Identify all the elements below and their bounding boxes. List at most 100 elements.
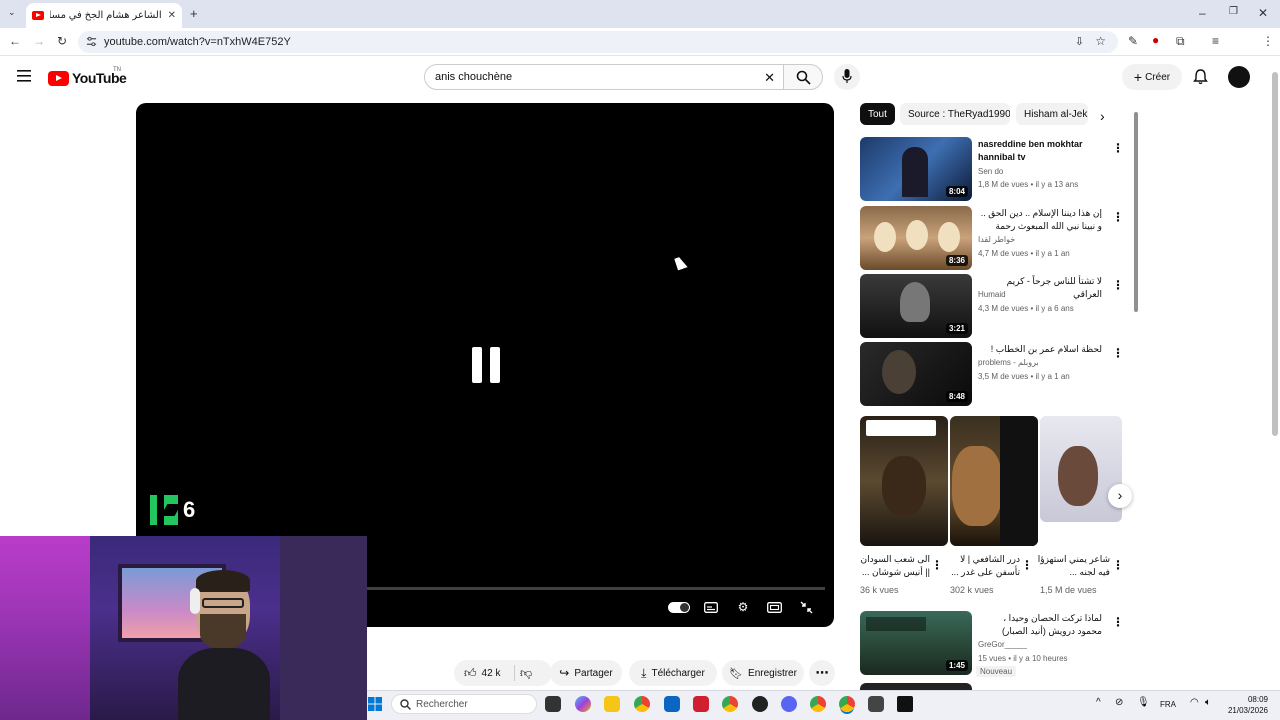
mic-tray-icon[interactable]: 🎙︎ [1137, 697, 1150, 708]
site-info-icon[interactable] [86, 36, 97, 47]
video-title[interactable]: لحظة اسلام عمر بن الخطاب ! [978, 343, 1102, 356]
short-thumbnail[interactable] [860, 416, 948, 546]
taskbar-clock[interactable]: 08:09 21/03/2026 [1224, 694, 1268, 716]
extension-badge-icon[interactable]: ● [1152, 34, 1159, 46]
shorts-next-icon[interactable]: › [1108, 484, 1132, 508]
tab-close-icon[interactable]: ✕ [168, 10, 176, 21]
page-scrollbar[interactable] [1272, 72, 1278, 436]
chrome-profile-icon[interactable] [810, 696, 826, 712]
chrome-icon[interactable] [634, 696, 650, 712]
subtitles-icon[interactable] [704, 602, 718, 613]
video-menu-icon[interactable]: ⋮ [1112, 346, 1124, 360]
notifications-bell-icon[interactable] [1193, 69, 1208, 85]
autoplay-toggle[interactable] [668, 602, 690, 613]
network-icon[interactable]: ⊘ [1115, 697, 1123, 708]
chip-source[interactable]: Source : TheRyad1990 [900, 103, 1010, 125]
dislike-icon[interactable]: 👎︎ [520, 666, 532, 681]
pause-icon[interactable] [472, 347, 500, 383]
epic-games-icon[interactable] [897, 696, 913, 712]
wifi-icon[interactable]: ◠ [1190, 697, 1199, 708]
short-thumbnail[interactable] [1040, 416, 1122, 522]
short-menu-icon[interactable]: ⋮ [1021, 558, 1033, 572]
hamburger-menu-icon[interactable] [17, 70, 31, 82]
chip-all[interactable]: Tout [860, 103, 895, 125]
video-thumbnail[interactable]: 8:36 [860, 206, 972, 270]
app-icon[interactable] [752, 696, 768, 712]
tab-search-icon[interactable]: ⌄ [8, 8, 16, 17]
theater-mode-icon[interactable] [767, 602, 782, 613]
address-bar[interactable]: youtube.com/watch?v=nTxhW4E752Y ⇩ ☆ [78, 31, 1118, 53]
store-app-icon[interactable] [664, 696, 680, 712]
exit-fullscreen-icon[interactable] [800, 601, 813, 614]
chrome-active-icon[interactable] [839, 696, 855, 712]
extensions-puzzle-icon[interactable]: ⧉ [1176, 35, 1185, 47]
video-title[interactable]: إن هذا ديننا الإسلام .. دين الحق .. و نب… [978, 207, 1102, 233]
task-view-icon[interactable] [545, 696, 561, 712]
related-video[interactable]: 1:45 لماذا تركت الحصان وحيدا ، محمود درو… [860, 611, 1124, 677]
windows-start-icon[interactable] [368, 697, 382, 711]
video-channel[interactable]: problems - بروبلم [978, 358, 1039, 367]
video-title[interactable]: nasreddine ben mokhtar hannibal tv [978, 138, 1102, 164]
settings-gear-icon[interactable]: ⚙ [735, 600, 751, 614]
video-thumbnail[interactable]: 8:48 [860, 342, 972, 406]
volume-icon[interactable]: 🔈︎ [1205, 697, 1211, 708]
browser-tab[interactable]: الشاعر هشام الجخ في مسابقة أمير الشعراء … [26, 3, 182, 28]
video-thumbnail[interactable]: 1:45 [860, 611, 972, 675]
voice-search-button[interactable] [834, 64, 860, 90]
tray-overflow-icon[interactable]: ^ [1096, 697, 1101, 708]
save-button[interactable]: 🔖︎ Enregistrer [722, 660, 804, 686]
like-count[interactable]: 42 k [482, 668, 501, 679]
progress-bar[interactable] [367, 587, 825, 590]
video-menu-icon[interactable]: ⋮ [1112, 210, 1124, 224]
wps-icon[interactable] [693, 696, 709, 712]
video-menu-icon[interactable]: ⋮ [1112, 141, 1124, 155]
short-title[interactable]: شاعر يمني استهزؤا فيه لجنه ... [1036, 553, 1110, 581]
copilot-icon[interactable] [575, 696, 591, 712]
video-channel[interactable]: Sen do [978, 167, 1003, 176]
back-icon[interactable]: ← [9, 35, 21, 47]
file-explorer-icon[interactable] [604, 696, 620, 712]
search-button[interactable] [783, 64, 823, 90]
video-thumbnail[interactable]: 8:04 [860, 137, 972, 201]
more-actions-button[interactable]: ⋯ [809, 660, 835, 686]
clear-search-icon[interactable]: ✕ [764, 70, 775, 86]
related-video[interactable]: 3:21 لا تشتأ للناس جرحاً - كريم العراقي … [860, 274, 1124, 338]
video-menu-icon[interactable]: ⋮ [1112, 278, 1124, 292]
chips-next-arrow-icon[interactable]: › [1100, 108, 1105, 124]
related-video[interactable]: 8:04 nasreddine ben mokhtar hannibal tv … [860, 137, 1124, 201]
bookmark-star-icon[interactable]: ☆ [1095, 34, 1106, 48]
short-menu-icon[interactable]: ⋮ [1112, 558, 1124, 572]
search-input[interactable]: anis chouchène ✕ [424, 64, 784, 90]
video-channel[interactable]: GreGor_____ [978, 640, 1027, 649]
short-menu-icon[interactable]: ⋮ [931, 558, 943, 572]
capcut-icon[interactable] [868, 696, 884, 712]
restore-icon[interactable]: ❐ [1229, 7, 1238, 17]
discord-icon[interactable] [781, 696, 797, 712]
short-title[interactable]: الى شعب السودان || أنيس شوشان ... [856, 553, 930, 581]
video-thumbnail[interactable]: 3:21 [860, 274, 972, 338]
video-channel[interactable]: Humaid [978, 290, 1006, 299]
account-avatar[interactable] [1228, 66, 1250, 88]
create-button[interactable]: + Créer [1122, 64, 1182, 90]
short-thumbnail[interactable] [950, 416, 1038, 546]
sidebar-scrollbar[interactable] [1134, 112, 1138, 312]
chip-hisham[interactable]: Hisham al-Jekh [1016, 103, 1088, 125]
forward-icon[interactable]: → [33, 35, 45, 47]
related-video[interactable]: 8:36 إن هذا ديننا الإسلام .. دين الحق ..… [860, 206, 1124, 270]
short-title[interactable]: درر الشافعي | لا تأسفن على غدر ... [946, 553, 1020, 581]
window-close-icon[interactable]: ✕ [1258, 7, 1268, 19]
reload-icon[interactable]: ↻ [57, 35, 67, 47]
taskbar-search[interactable]: Rechercher [391, 694, 537, 714]
download-button[interactable]: ⤓ Télécharger [629, 660, 717, 686]
video-title[interactable]: لماذا تركت الحصان وحيدا ، محمود درويش (أ… [978, 612, 1102, 638]
share-button[interactable]: ↪ Partager [550, 660, 622, 686]
language-indicator[interactable]: FRA [1160, 700, 1176, 709]
new-tab-button[interactable]: + [190, 7, 198, 20]
video-channel[interactable]: خواطر لقدا [978, 235, 1015, 244]
reading-list-icon[interactable]: ≡ [1212, 35, 1219, 47]
related-video[interactable]: 8:48 لحظة اسلام عمر بن الخطاب ! problems… [860, 342, 1124, 406]
browser-menu-icon[interactable]: ⋮ [1262, 35, 1274, 47]
chrome-profile-icon[interactable] [722, 696, 738, 712]
like-icon[interactable]: 👍︎ [464, 666, 477, 681]
video-menu-icon[interactable]: ⋮ [1112, 615, 1124, 629]
